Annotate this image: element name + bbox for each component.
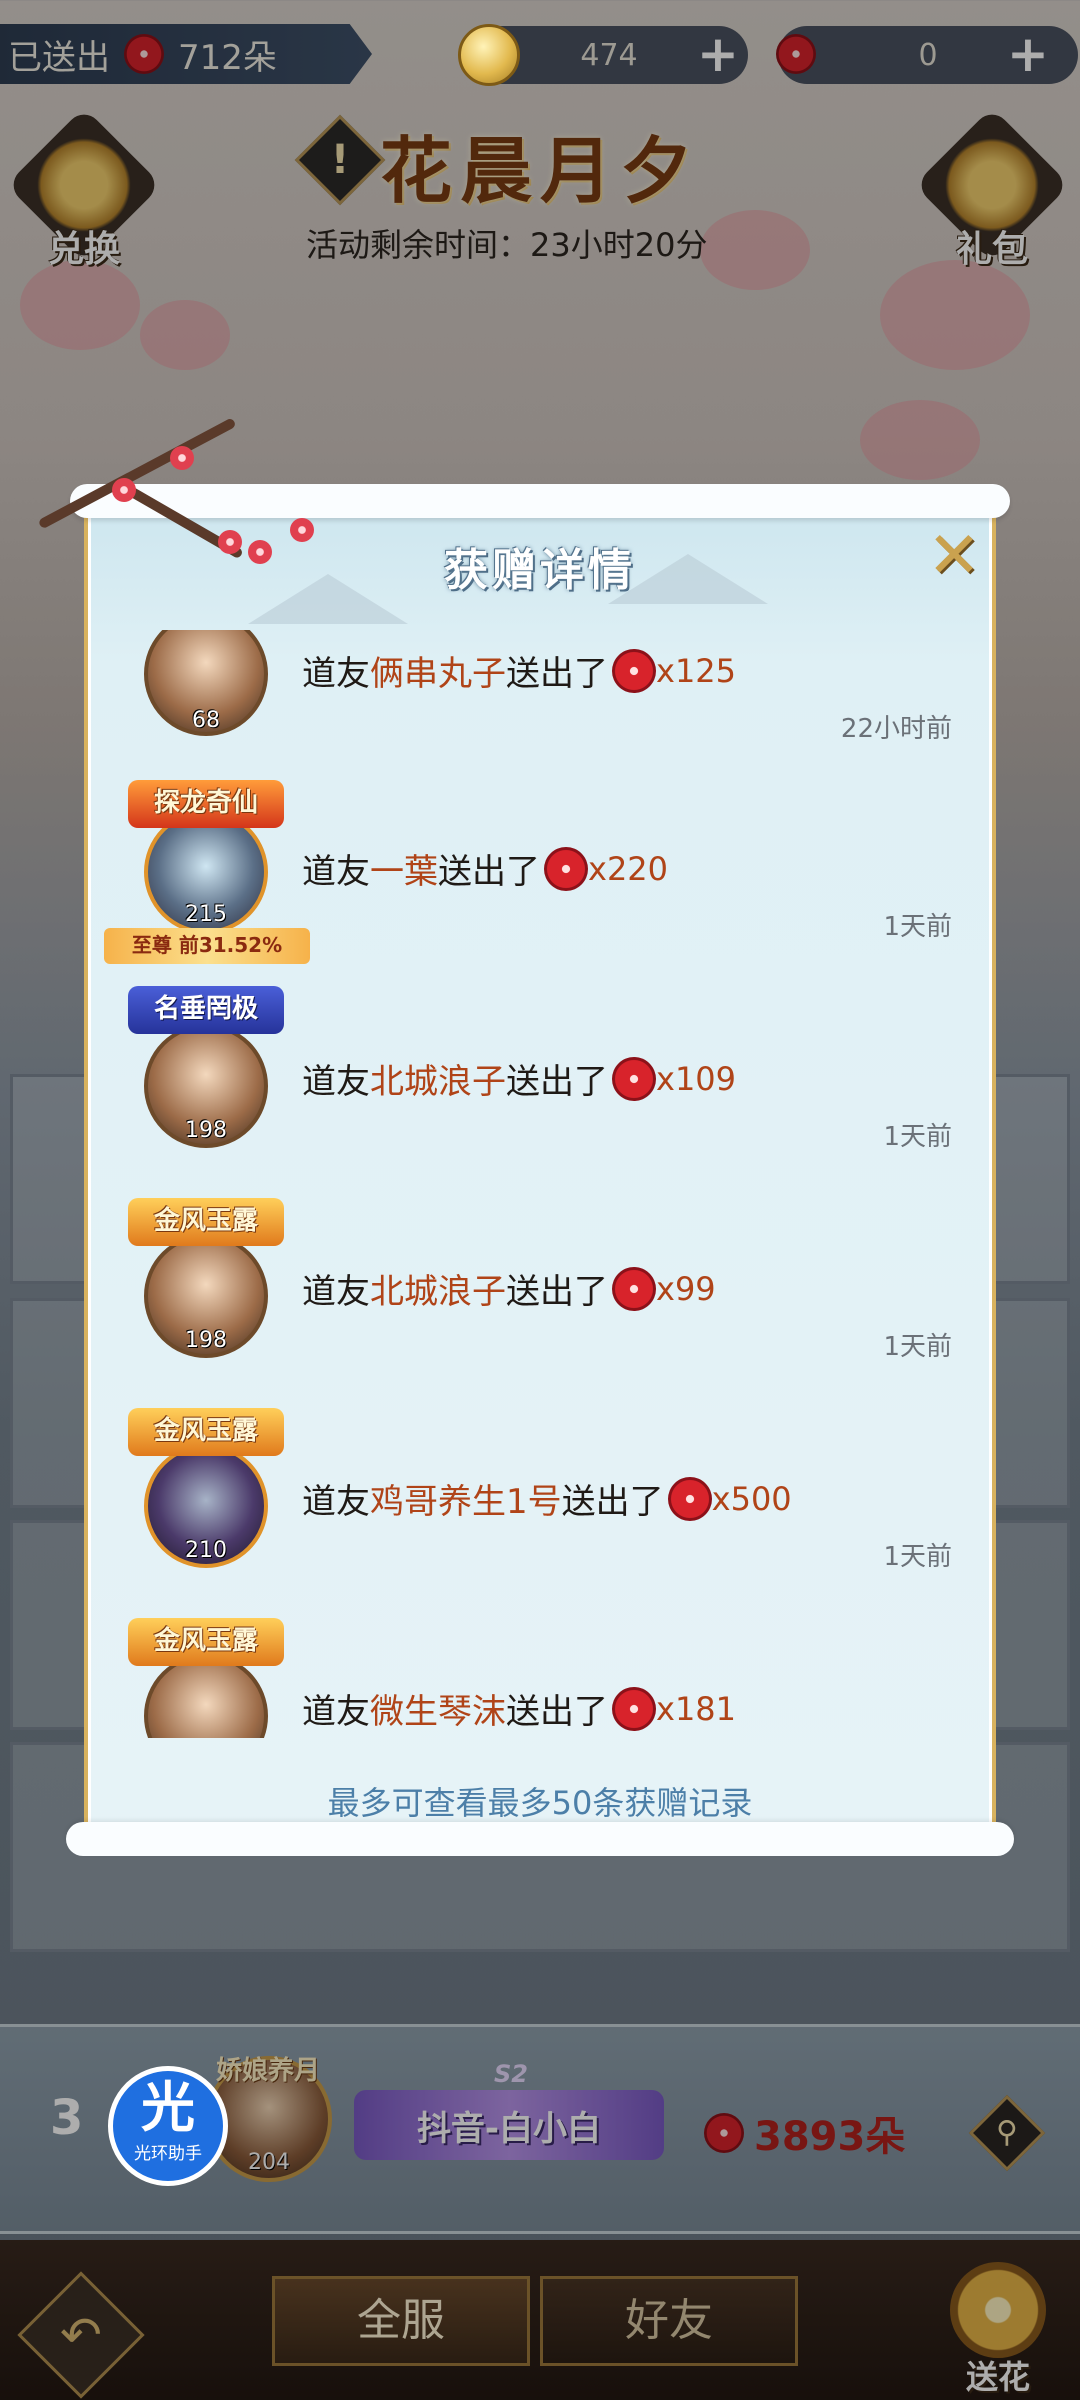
halo-helper-floating-button[interactable]: 光 光环助手 [108, 2066, 228, 2186]
list-item: 金风玉露 道友 微生琴沫 送出了 x181 [88, 1610, 992, 1738]
title-tag: 名垂罔极 [128, 986, 284, 1034]
title-tag: 金风玉露 [128, 1198, 284, 1246]
gift-message: 道友 微生琴沫 送出了 x181 [302, 1684, 736, 1733]
avatar-level: 215 [185, 902, 227, 927]
timestamp: 1天前 [883, 1332, 952, 1362]
list-item: 68 道友 俩串丸子 送出了 x125 22小时前 [88, 630, 992, 782]
snow-ledge [70, 484, 1010, 518]
plum-blossom [170, 446, 194, 470]
gift-record-list[interactable]: 68 道友 俩串丸子 送出了 x125 22小时前 探龙奇仙 215 至尊 前31.… [88, 630, 992, 1738]
sender-name: 俩串丸子 [370, 654, 506, 694]
sender-name: 一葉 [370, 852, 438, 892]
modal-title: 获赠详情 [444, 545, 636, 596]
gift-message: 道友 北城浪子 送出了 x99 [302, 1264, 716, 1313]
avatar-level: 198 [185, 1118, 227, 1143]
gift-quantity: x109 [656, 1059, 737, 1098]
plum-flower-icon [612, 1056, 656, 1101]
plum-flower-icon [612, 1686, 656, 1731]
gift-quantity: x125 [656, 651, 737, 690]
title-tag: 探龙奇仙 [128, 780, 284, 828]
close-icon[interactable]: ✕ [924, 524, 984, 588]
timestamp: 1天前 [883, 1122, 952, 1152]
gift-quantity: x99 [656, 1269, 716, 1308]
plum-flower-icon [612, 1266, 656, 1311]
plum-flower-icon [544, 846, 588, 891]
gift-message: 道友 一葉 送出了 x220 [302, 844, 668, 893]
sender-name: 鸡哥养生1号 [370, 1482, 562, 1522]
gift-message: 道友 北城浪子 送出了 x109 [302, 1054, 736, 1103]
timestamp: 1天前 [883, 912, 952, 942]
rank-percentile-badge: 至尊 前31.52% [104, 928, 310, 964]
timestamp: 1天前 [883, 1542, 952, 1572]
list-item: 金风玉露 210 道友 鸡哥养生1号 送出了 x500 1天前 [88, 1400, 992, 1610]
snow-ledge [66, 1822, 1014, 1856]
plum-flower-icon [667, 1476, 712, 1521]
gift-quantity: x220 [588, 849, 669, 888]
gift-quantity: x500 [711, 1479, 792, 1518]
list-item: 探龙奇仙 215 至尊 前31.52% 道友 一葉 送出了 x220 1天前 [88, 770, 992, 980]
avatar-level: 198 [185, 1328, 227, 1353]
sender-name: 北城浪子 [370, 1272, 506, 1312]
record-limit-note: 最多可查看最多50条获赠记录 [327, 1784, 753, 1822]
sender-name: 微生琴沫 [370, 1692, 506, 1732]
gift-message: 道友 俩串丸子 送出了 x125 [302, 646, 736, 695]
gift-quantity: x181 [656, 1689, 737, 1728]
avatar-level: 210 [185, 1538, 227, 1563]
plum-blossom [112, 478, 136, 502]
timestamp: 22小时前 [840, 714, 952, 744]
sender-name: 北城浪子 [370, 1062, 506, 1102]
list-item: 金风玉露 198 道友 北城浪子 送出了 x99 1天前 [88, 1190, 992, 1400]
plum-flower-icon [612, 648, 656, 693]
title-tag: 金风玉露 [128, 1408, 284, 1456]
gift-message: 道友 鸡哥养生1号 送出了 x500 [302, 1474, 792, 1523]
avatar[interactable] [144, 1654, 268, 1738]
title-tag: 金风玉露 [128, 1618, 284, 1666]
avatar-level: 68 [192, 708, 220, 733]
coin-icon [458, 24, 520, 86]
list-item: 名垂罔极 198 道友 北城浪子 送出了 x109 1天前 [88, 980, 992, 1190]
